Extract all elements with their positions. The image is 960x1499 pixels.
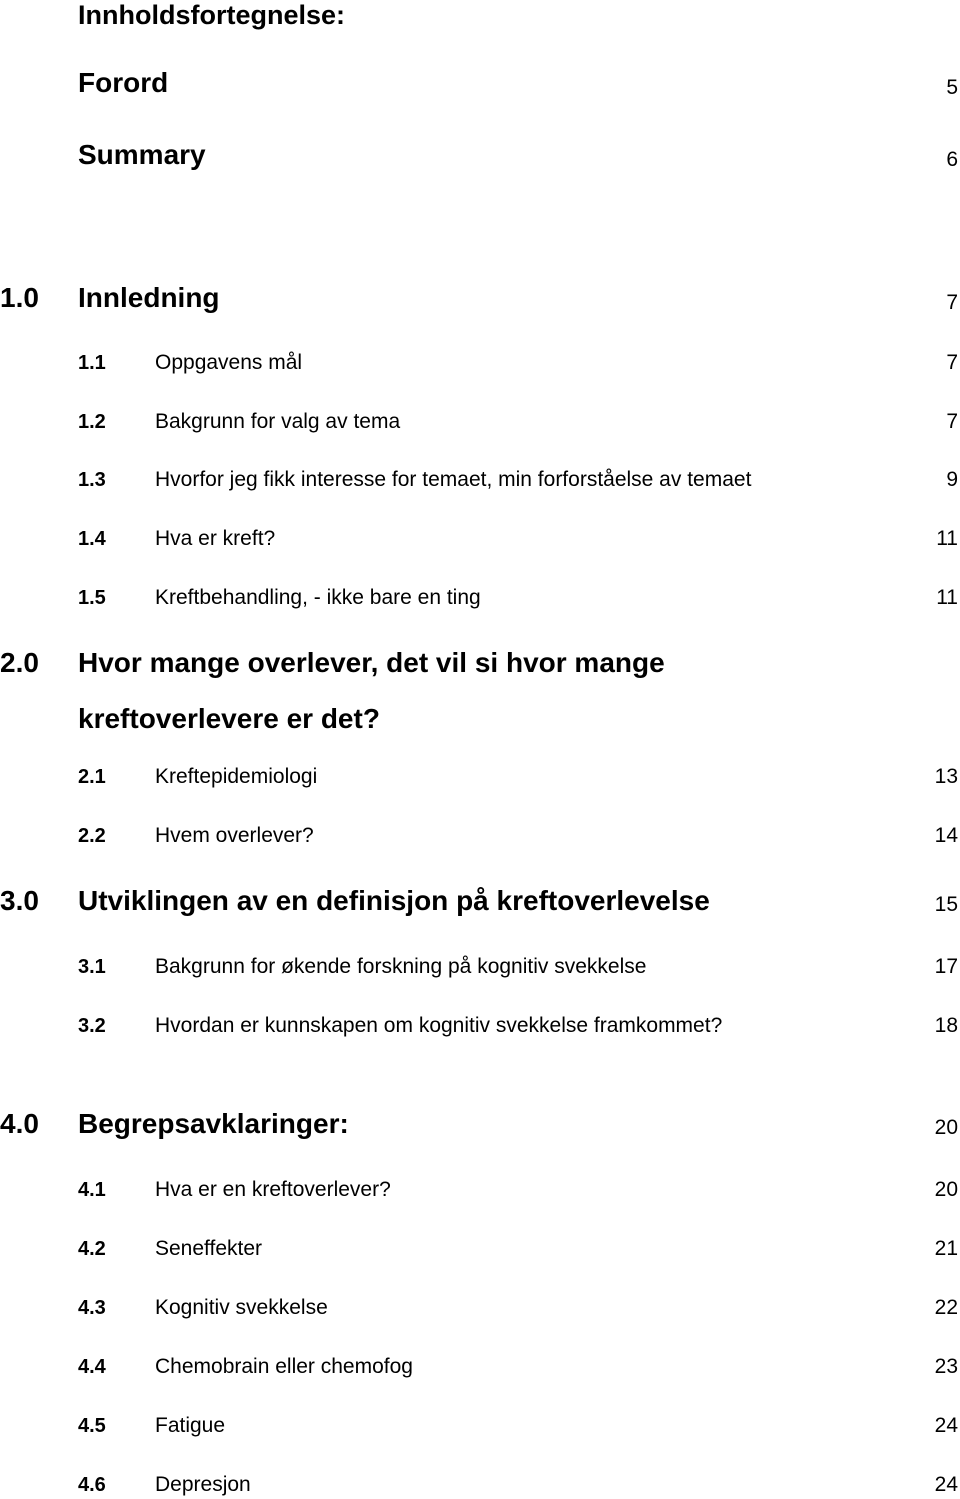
toc-section[interactable]: Chemobrain eller chemofog (155, 1355, 413, 1379)
page-number: 20 (934, 1178, 958, 1201)
page-number: 7 (946, 351, 958, 374)
page-number: 15 (934, 893, 958, 916)
toc-entry-summary[interactable]: Summary (78, 139, 206, 171)
chapter-number: 3.0 (0, 885, 39, 916)
toc-section[interactable]: Bakgrunn for valg av tema (155, 410, 400, 434)
page-number: 18 (934, 1014, 958, 1037)
section-number: 4.1 (78, 1179, 106, 1201)
page-number: 14 (934, 824, 958, 847)
section-number: 1.2 (78, 411, 106, 433)
page-number: 9 (946, 468, 958, 491)
section-number: 1.5 (78, 587, 106, 609)
toc-chapter-overlevelse-line2[interactable]: kreftoverlevere er det? (78, 703, 380, 735)
section-number: 3.1 (78, 956, 106, 978)
toc-chapter-overlevelse[interactable]: Hvor mange overlever, det vil si hvor ma… (78, 647, 665, 679)
page-number: 22 (934, 1296, 958, 1319)
toc-section[interactable]: Hva er kreft? (155, 527, 275, 551)
section-number: 4.2 (78, 1238, 106, 1260)
section-number: 3.2 (78, 1015, 106, 1037)
toc-section[interactable]: Hvordan er kunnskapen om kognitiv svekke… (155, 1014, 722, 1038)
toc-section[interactable]: Kognitiv svekkelse (155, 1296, 328, 1320)
toc-section[interactable]: Kreftbehandling, - ikke bare en ting (155, 586, 481, 610)
page-number: 24 (934, 1473, 958, 1496)
toc-chapter-definisjon[interactable]: Utviklingen av en definisjon på kreftove… (78, 885, 710, 917)
toc-section[interactable]: Hva er en kreftoverlever? (155, 1178, 391, 1202)
toc-chapter-innledning[interactable]: Innledning (78, 282, 220, 314)
section-number: 2.2 (78, 825, 106, 847)
section-number: 1.4 (78, 528, 106, 550)
page-number: 13 (934, 765, 958, 788)
chapter-number: 1.0 (0, 282, 39, 313)
page-number: 24 (934, 1414, 958, 1437)
section-number: 4.6 (78, 1474, 106, 1496)
section-number: 4.4 (78, 1356, 106, 1378)
section-number: 4.5 (78, 1415, 106, 1437)
toc-section[interactable]: Depresjon (155, 1473, 251, 1497)
section-number: 2.1 (78, 766, 106, 788)
toc-section[interactable]: Kreftepidemiologi (155, 765, 317, 789)
page-number: 11 (936, 586, 958, 609)
page-number: 6 (946, 148, 958, 171)
toc-section[interactable]: Hvorfor jeg fikk interesse for temaet, m… (155, 468, 751, 492)
chapter-number: 2.0 (0, 647, 39, 678)
page-number: 23 (934, 1355, 958, 1378)
page-number: 17 (934, 955, 958, 978)
page-number: 21 (934, 1237, 958, 1260)
toc-chapter-begrepsavklaringer[interactable]: Begrepsavklaringer: (78, 1108, 349, 1140)
section-number: 1.1 (78, 352, 106, 374)
toc-section[interactable]: Seneffekter (155, 1237, 262, 1261)
toc-title: Innholdsfortegnelse: (78, 0, 346, 30)
toc-section[interactable]: Oppgavens mål (155, 351, 302, 375)
chapter-number: 4.0 (0, 1108, 39, 1139)
page-number: 11 (936, 527, 958, 550)
toc-section[interactable]: Hvem overlever? (155, 824, 314, 848)
section-number: 1.3 (78, 469, 106, 491)
toc-section[interactable]: Bakgrunn for økende forskning på kogniti… (155, 955, 646, 979)
page-number: 7 (946, 291, 958, 314)
toc-section[interactable]: Fatigue (155, 1414, 225, 1438)
page-number: 7 (946, 410, 958, 433)
section-number: 4.3 (78, 1297, 106, 1319)
page-number: 5 (946, 76, 958, 99)
page-number: 20 (934, 1116, 958, 1139)
toc-entry-forord[interactable]: Forord (78, 67, 168, 99)
